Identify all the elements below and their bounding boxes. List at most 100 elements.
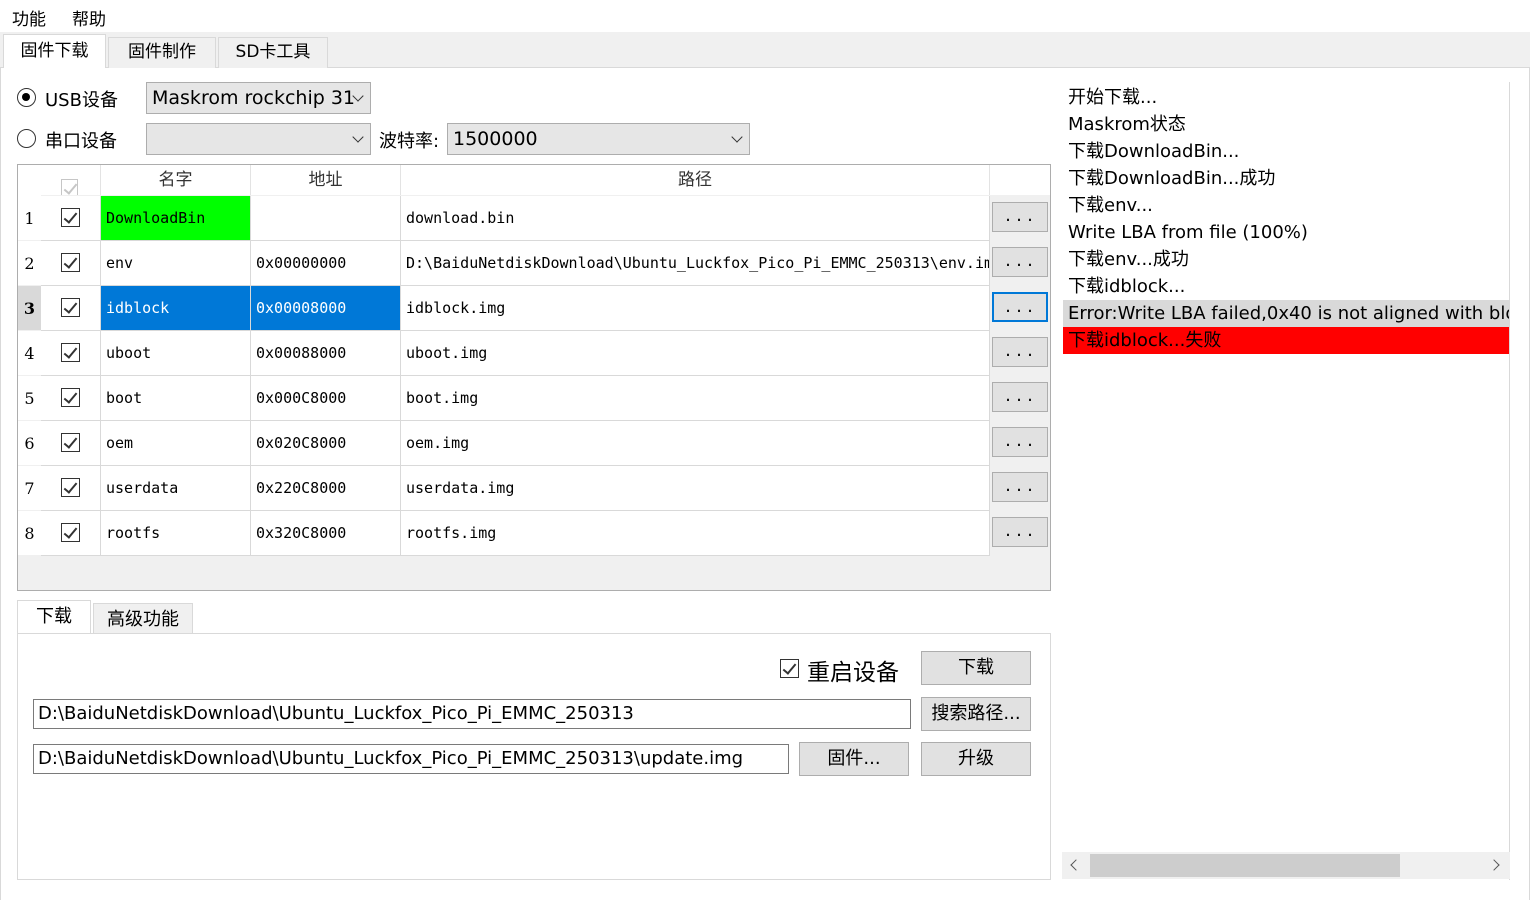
- main-tab-strip: 固件下载 固件制作 SD卡工具: [0, 32, 1530, 69]
- row-check-cell[interactable]: [41, 331, 101, 376]
- partition-table: 名字 地址 路径 1 DownloadBin download.bin... 2 env…: [17, 164, 1051, 591]
- row-checkbox[interactable]: [61, 253, 80, 272]
- tab-firmware-make[interactable]: 固件制作: [108, 37, 216, 68]
- menu-help[interactable]: 帮助: [72, 5, 106, 30]
- row-browse-button[interactable]: ...: [992, 472, 1048, 502]
- row-checkbox[interactable]: [61, 478, 80, 497]
- row-address[interactable]: 0x00008000: [251, 286, 401, 331]
- scrollbar-thumb[interactable]: [1090, 854, 1400, 877]
- row-number[interactable]: 4: [18, 331, 41, 376]
- row-number[interactable]: 3: [18, 286, 41, 331]
- chevron-down-icon: [352, 131, 364, 143]
- row-browse-button[interactable]: ...: [992, 202, 1048, 232]
- row-check-cell[interactable]: [41, 511, 101, 556]
- row-browse-button[interactable]: ...: [992, 292, 1048, 322]
- upgrade-button[interactable]: 升级: [921, 742, 1031, 776]
- tab-sd-card-tool[interactable]: SD卡工具: [218, 37, 328, 68]
- usb-device-radio[interactable]: [17, 88, 36, 107]
- scroll-left-icon[interactable]: [1070, 859, 1082, 871]
- serial-device-select[interactable]: [146, 123, 371, 155]
- row-number[interactable]: 2: [18, 241, 41, 286]
- row-browse-button[interactable]: ...: [992, 337, 1048, 367]
- row-address[interactable]: 0x020C8000: [251, 421, 401, 466]
- header-name[interactable]: 名字: [101, 165, 251, 195]
- log-line: Error:Write LBA failed,0x40 is not align…: [1063, 300, 1509, 327]
- row-name[interactable]: env: [101, 241, 251, 286]
- header-path[interactable]: 路径: [401, 165, 990, 195]
- row-path[interactable]: boot.img: [401, 376, 990, 421]
- scroll-right-icon[interactable]: [1488, 859, 1500, 871]
- log-line: 下载env...成功: [1068, 249, 1189, 270]
- tab-advanced[interactable]: 高级功能: [93, 603, 193, 636]
- row-path[interactable]: oem.img: [401, 421, 990, 466]
- row-address[interactable]: 0x00000000: [251, 241, 401, 286]
- row-name[interactable]: boot: [101, 376, 251, 421]
- row-path[interactable]: idblock.img: [401, 286, 990, 331]
- row-address[interactable]: 0x00088000: [251, 331, 401, 376]
- row-path[interactable]: rootfs.img: [401, 511, 990, 556]
- select-all-checkbox[interactable]: [61, 179, 78, 195]
- row-checkbox[interactable]: [61, 343, 80, 362]
- row-number[interactable]: 7: [18, 466, 41, 511]
- log-line: 下载env...: [1068, 195, 1153, 216]
- baud-rate-label: 波特率:: [379, 131, 440, 152]
- search-path-button[interactable]: 搜索路径...: [921, 697, 1031, 731]
- row-checkbox[interactable]: [61, 433, 80, 452]
- row-name[interactable]: idblock: [101, 286, 251, 331]
- row-path[interactable]: userdata.img: [401, 466, 990, 511]
- row-check-cell[interactable]: [41, 376, 101, 421]
- usb-device-label: USB设备: [45, 90, 118, 111]
- row-number[interactable]: 8: [18, 511, 41, 556]
- row-check-cell[interactable]: [41, 466, 101, 511]
- row-checkbox[interactable]: [61, 388, 80, 407]
- header-address[interactable]: 地址: [251, 165, 401, 195]
- row-check-cell[interactable]: [41, 286, 101, 331]
- row-address[interactable]: 0x000C8000: [251, 376, 401, 421]
- row-browse-button[interactable]: ...: [992, 382, 1048, 412]
- row-address[interactable]: 0x320C8000: [251, 511, 401, 556]
- row-address[interactable]: [251, 196, 401, 241]
- row-browse-button[interactable]: ...: [992, 247, 1048, 277]
- row-number[interactable]: 5: [18, 376, 41, 421]
- row-path[interactable]: D:\BaiduNetdiskDownload\Ubuntu_Luckfox_P…: [401, 241, 990, 286]
- row-name[interactable]: oem: [101, 421, 251, 466]
- tab-firmware-download[interactable]: 固件下载: [3, 34, 106, 69]
- search-path-field[interactable]: D:\BaiduNetdiskDownload\Ubuntu_Luckfox_P…: [33, 699, 911, 729]
- baud-rate-value: 1500000: [453, 128, 538, 150]
- usb-device-value: Maskrom rockchip 31: [152, 87, 356, 109]
- tab-download[interactable]: 下载: [17, 600, 91, 636]
- reboot-device-checkbox[interactable]: [780, 659, 799, 678]
- row-browse-button[interactable]: ...: [992, 517, 1048, 547]
- usb-device-select[interactable]: Maskrom rockchip 31: [146, 82, 371, 114]
- firmware-path-field[interactable]: D:\BaiduNetdiskDownload\Ubuntu_Luckfox_P…: [33, 744, 789, 774]
- log-horizontal-scrollbar[interactable]: [1062, 852, 1510, 879]
- log-line: 下载idblock...失败: [1063, 327, 1509, 354]
- row-name[interactable]: userdata: [101, 466, 251, 511]
- menu-function[interactable]: 功能: [12, 5, 46, 30]
- row-checkbox[interactable]: [61, 208, 80, 227]
- row-check-cell[interactable]: [41, 196, 101, 241]
- baud-rate-select[interactable]: 1500000: [447, 123, 750, 155]
- row-address[interactable]: 0x220C8000: [251, 466, 401, 511]
- row-path[interactable]: download.bin: [401, 196, 990, 241]
- serial-device-radio[interactable]: [17, 129, 36, 148]
- log-line: Maskrom状态: [1068, 114, 1186, 135]
- row-path[interactable]: uboot.img: [401, 331, 990, 376]
- download-button[interactable]: 下载: [921, 651, 1031, 685]
- log-line: 下载DownloadBin...: [1068, 141, 1240, 162]
- row-name[interactable]: rootfs: [101, 511, 251, 556]
- row-name[interactable]: DownloadBin: [101, 196, 251, 241]
- row-check-cell[interactable]: [41, 421, 101, 466]
- log-panel: 开始下载... Maskrom状态 下载DownloadBin... 下载Downlo…: [1062, 82, 1510, 880]
- row-number[interactable]: 1: [18, 196, 41, 241]
- header-check-all[interactable]: [41, 165, 101, 195]
- row-checkbox[interactable]: [61, 298, 80, 317]
- row-name[interactable]: uboot: [101, 331, 251, 376]
- menu-bar: 功能 帮助: [0, 0, 1530, 32]
- row-browse-button[interactable]: ...: [992, 427, 1048, 457]
- row-number[interactable]: 6: [18, 421, 41, 466]
- row-checkbox[interactable]: [61, 523, 80, 542]
- serial-device-label: 串口设备: [45, 131, 117, 152]
- row-check-cell[interactable]: [41, 241, 101, 286]
- firmware-button[interactable]: 固件...: [799, 742, 909, 776]
